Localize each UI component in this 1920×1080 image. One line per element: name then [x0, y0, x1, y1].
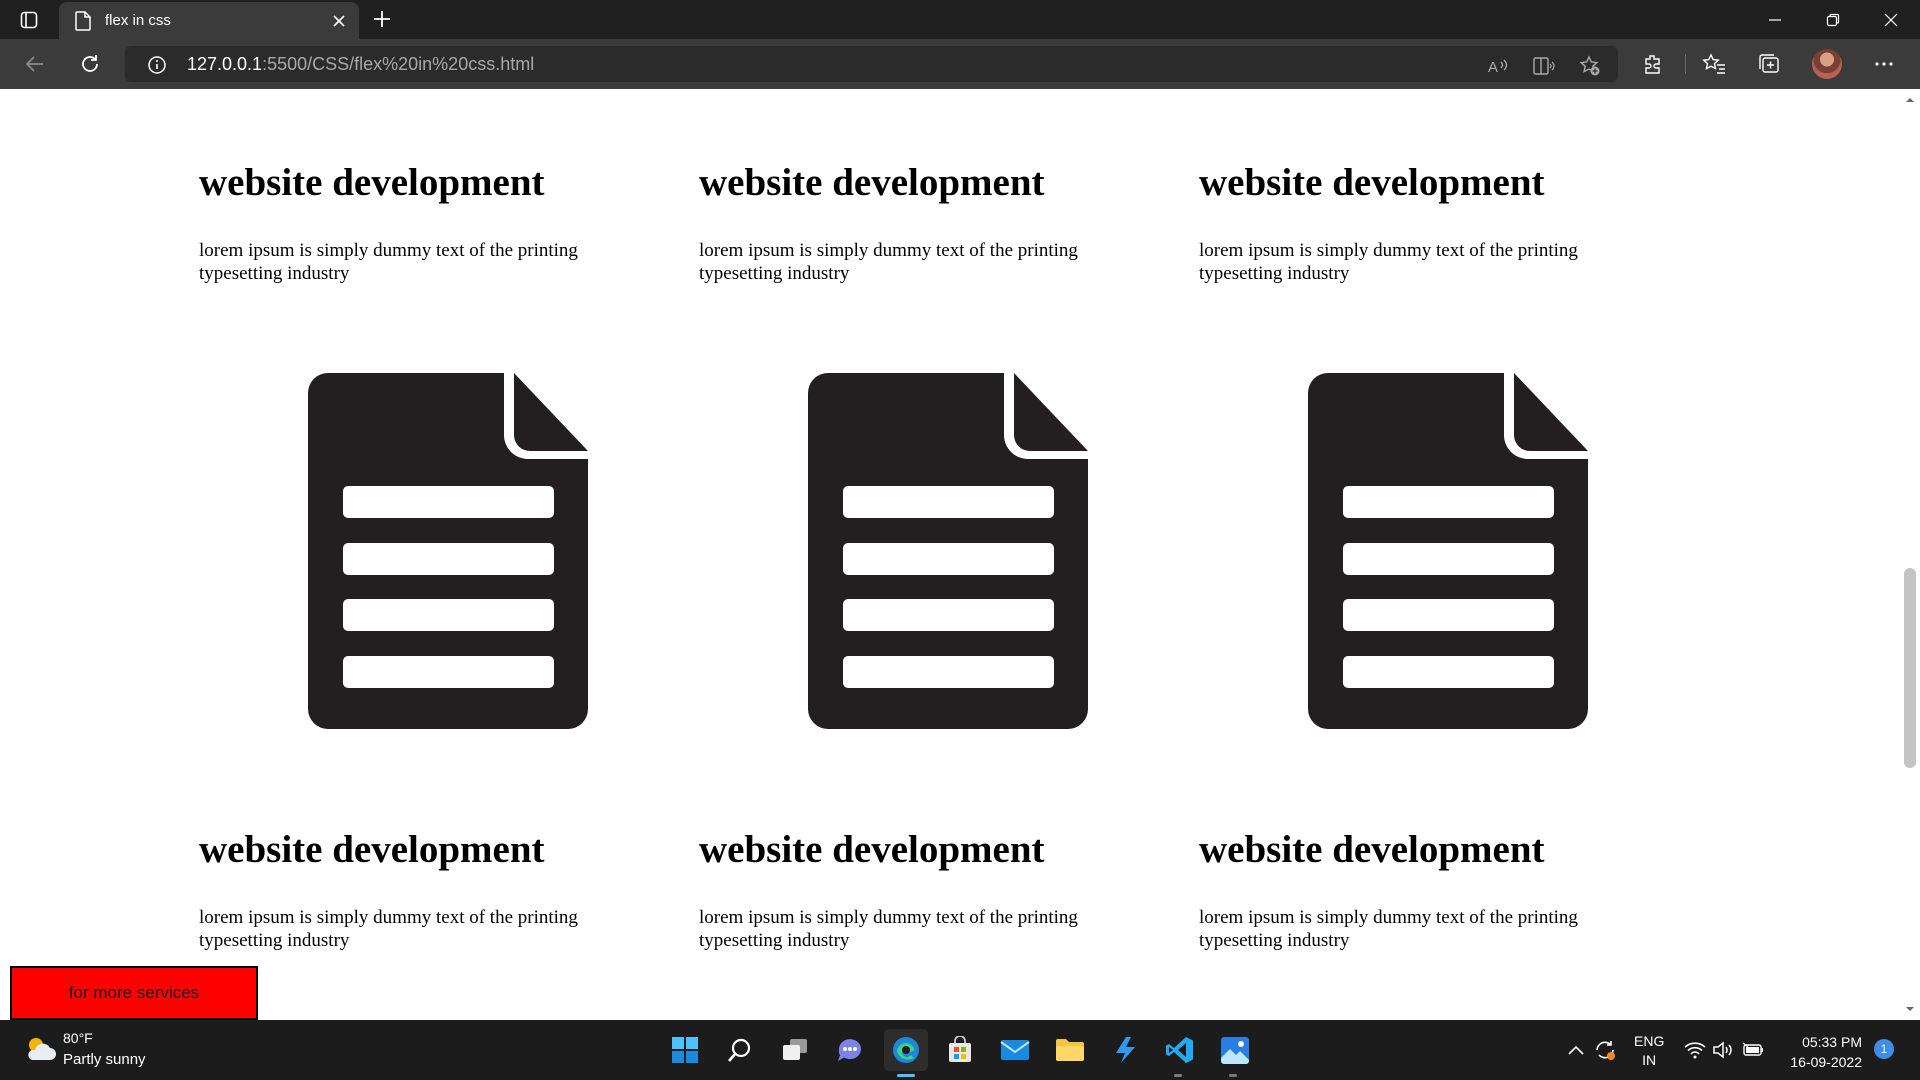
tab-bar: flex in css: [0, 0, 1920, 39]
mail-icon[interactable]: [999, 1034, 1031, 1066]
url-text[interactable]: 127.0.0.1:5500/CSS/flex%20in%20css.html: [187, 54, 534, 75]
minimize-icon[interactable]: [1752, 6, 1798, 34]
address-toolbar: 127.0.0.1:5500/CSS/flex%20in%20css.html …: [0, 39, 1920, 89]
clock-time: 05:33 PM: [1802, 1034, 1862, 1050]
document-icon: [808, 373, 1088, 729]
sync-icon[interactable]: [1593, 1038, 1617, 1062]
card-text: lorem ipsum is simply dummy text of the …: [199, 240, 578, 284]
task-view-icon[interactable]: [779, 1034, 811, 1066]
scroll-thumb[interactable]: [1904, 568, 1916, 768]
read-aloud-icon[interactable]: A: [1488, 55, 1510, 77]
service-card: website development lorem ipsum is simpl…: [1199, 161, 1639, 285]
collections-icon[interactable]: [1756, 51, 1782, 77]
search-icon[interactable]: [724, 1034, 756, 1066]
url-path: :5500/CSS/flex%20in%20css.html: [262, 54, 535, 74]
region-code: IN: [1642, 1052, 1657, 1068]
service-card: website development lorem ipsum is simpl…: [699, 828, 1139, 952]
page-viewport: website development lorem ipsum is simpl…: [0, 89, 1900, 1020]
weather-description[interactable]: Partly sunny: [63, 1051, 146, 1068]
restore-icon[interactable]: [1810, 6, 1856, 34]
tab-actions-icon[interactable]: [18, 9, 40, 31]
system-clock[interactable]: 05:33 PM 16-09-2022: [1782, 1032, 1862, 1072]
weather-icon[interactable]: [24, 1034, 58, 1064]
more-services-button[interactable]: for more services: [10, 966, 258, 1020]
edge-icon[interactable]: [884, 1029, 928, 1071]
active-app-indicator: [897, 1074, 915, 1077]
service-card: website development lorem ipsum is simpl…: [199, 161, 639, 285]
scroll-down-icon[interactable]: [1904, 1004, 1916, 1014]
svg-text:A: A: [1488, 59, 1498, 75]
url-bar[interactable]: 127.0.0.1:5500/CSS/flex%20in%20css.html …: [125, 46, 1618, 82]
page-icon: [75, 11, 91, 36]
chevron-up-icon[interactable]: [1564, 1038, 1588, 1062]
chat-icon[interactable]: [834, 1034, 866, 1066]
card-title: website development: [699, 161, 1045, 204]
weather-temperature[interactable]: 80°F: [63, 1030, 93, 1046]
store-icon[interactable]: [944, 1034, 976, 1066]
card-title: website development: [699, 828, 1045, 871]
card-text: lorem ipsum is simply dummy text of the …: [1199, 907, 1578, 951]
start-icon[interactable]: [669, 1034, 701, 1066]
service-card: website development lorem ipsum is simpl…: [199, 828, 639, 952]
card-text: lorem ipsum is simply dummy text of the …: [699, 240, 1078, 284]
toolbar-divider: [1685, 54, 1686, 74]
immersive-reader-icon[interactable]: [1533, 55, 1555, 77]
running-app-indicator: [1174, 1074, 1182, 1077]
more-options-icon[interactable]: [1871, 51, 1897, 77]
card-text: lorem ipsum is simply dummy text of the …: [199, 907, 578, 951]
card-text: lorem ipsum is simply dummy text of the …: [699, 907, 1078, 951]
clock-date: 16-09-2022: [1790, 1054, 1862, 1070]
url-host: 127.0.0.1: [187, 54, 263, 74]
battery-icon[interactable]: [1742, 1038, 1766, 1062]
refresh-icon[interactable]: [77, 51, 103, 77]
taskbar: 80°F Partly sunny ENG IN 05:33 PM 16-09-…: [0, 1020, 1920, 1080]
browser-tab[interactable]: flex in css: [59, 2, 359, 39]
site-info-icon[interactable]: [147, 55, 167, 80]
running-app-indicator: [1229, 1074, 1237, 1077]
card-text: lorem ipsum is simply dummy text of the …: [1199, 240, 1578, 284]
document-icon: [308, 373, 588, 729]
new-tab-icon[interactable]: [370, 7, 394, 31]
scroll-up-icon[interactable]: [1904, 95, 1916, 105]
card-title: website development: [199, 828, 545, 871]
tab-title: flex in css: [105, 12, 171, 29]
card-title: website development: [199, 161, 545, 204]
volume-icon[interactable]: [1712, 1038, 1736, 1062]
service-card: website development lorem ipsum is simpl…: [1199, 828, 1639, 952]
extensions-icon[interactable]: [1640, 51, 1666, 77]
vscode-icon[interactable]: [1164, 1034, 1196, 1066]
file-explorer-icon[interactable]: [1054, 1034, 1086, 1066]
favorites-icon[interactable]: [1701, 51, 1727, 77]
document-icon: [1308, 373, 1588, 729]
back-icon[interactable]: [22, 51, 48, 77]
card-title: website development: [1199, 161, 1545, 204]
service-card: website development lorem ipsum is simpl…: [699, 161, 1139, 285]
page-scrollbar[interactable]: [1900, 89, 1920, 1020]
wifi-icon[interactable]: [1683, 1038, 1707, 1062]
add-favorite-icon[interactable]: [1579, 55, 1601, 77]
profile-avatar[interactable]: [1812, 49, 1842, 79]
language-indicator[interactable]: ENG IN: [1634, 1032, 1664, 1070]
notification-badge[interactable]: 1: [1874, 1039, 1894, 1059]
language-code: ENG: [1634, 1033, 1665, 1049]
card-title: website development: [1199, 828, 1545, 871]
photos-icon[interactable]: [1219, 1034, 1251, 1066]
close-window-icon[interactable]: [1868, 6, 1914, 34]
azure-icon[interactable]: [1109, 1034, 1141, 1066]
close-tab-icon[interactable]: [329, 11, 349, 31]
